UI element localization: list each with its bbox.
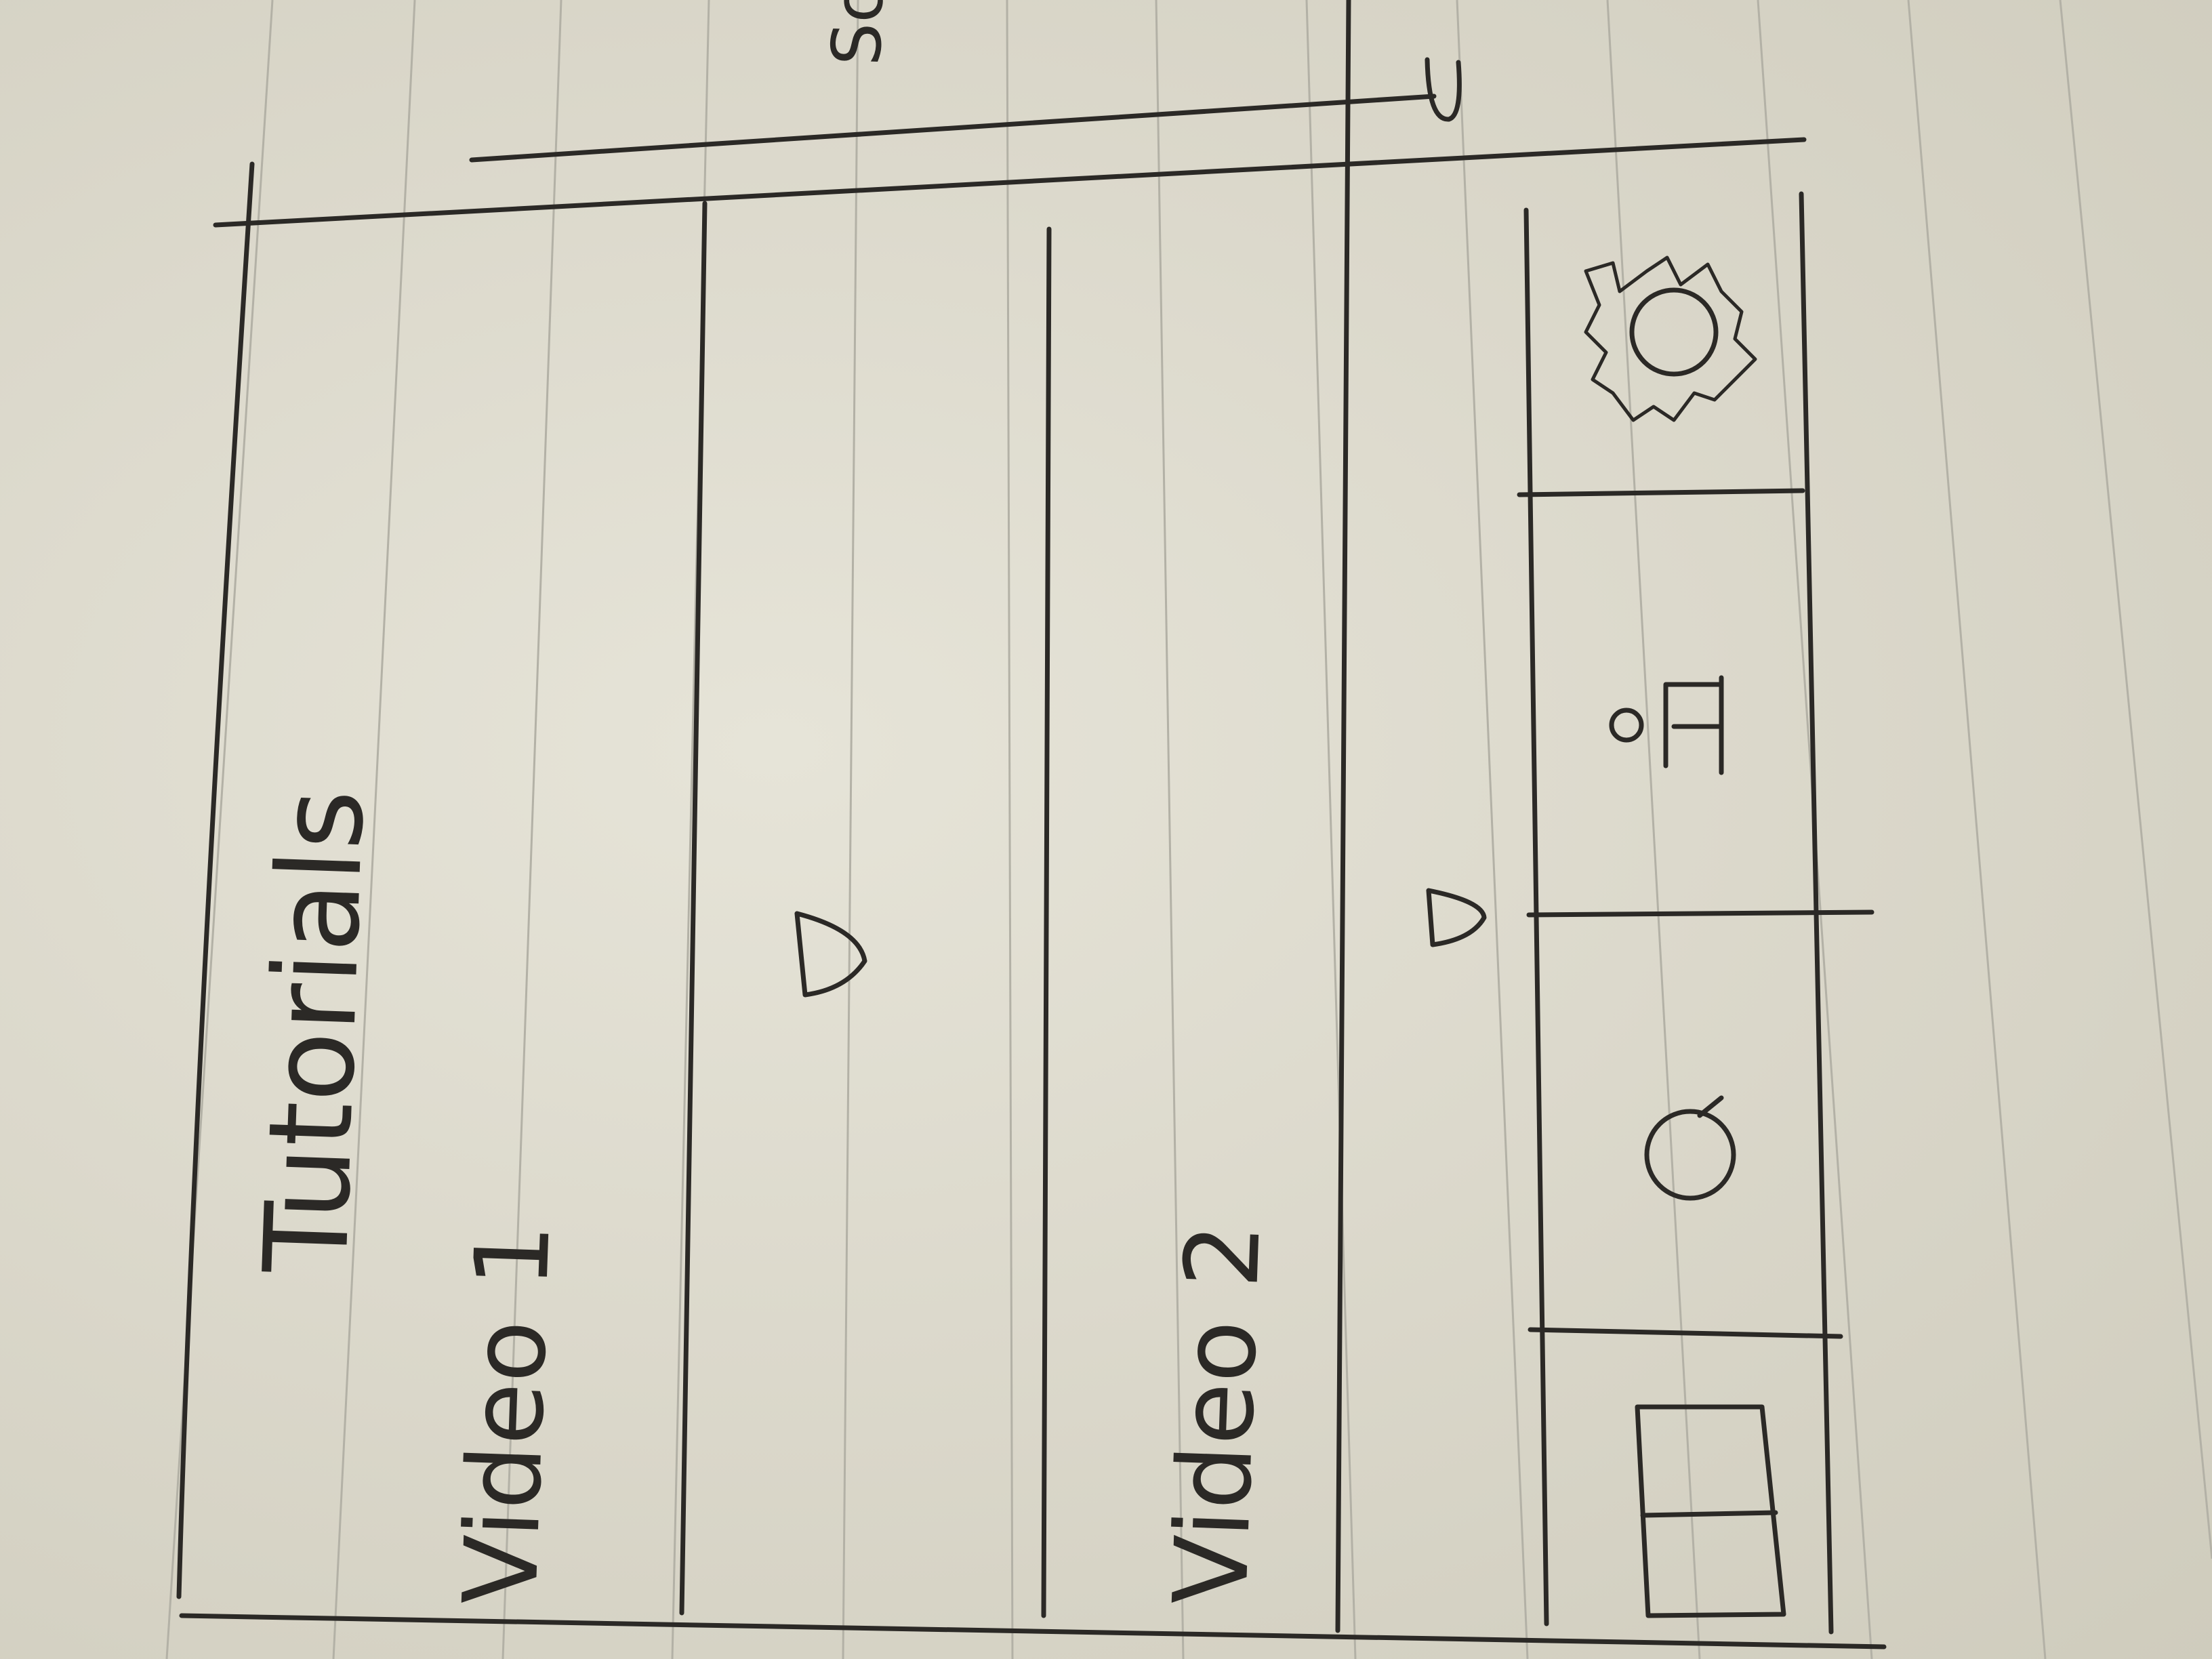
scroll-arrow-icon <box>1425 57 1462 122</box>
phone-frame <box>176 0 1887 1650</box>
play-icon[interactable] <box>794 911 867 998</box>
search-icon <box>1644 1095 1736 1201</box>
notebook-page: Tutorials Video 1 Video 2 Sc <box>0 0 2212 1659</box>
bottom-nav <box>1517 191 1875 1635</box>
list-divider <box>679 201 708 1616</box>
nav-item-settings[interactable] <box>1584 255 1757 422</box>
app-header: Tutorials <box>239 787 390 1275</box>
scroll-line <box>469 94 1437 163</box>
play-icon[interactable] <box>1426 888 1487 947</box>
video-item-label: Video 1 <box>442 1221 573 1607</box>
nav-item-grid[interactable] <box>1635 1404 1786 1618</box>
video-item-label: Video 2 <box>1152 1221 1284 1607</box>
nav-item-search[interactable] <box>1644 1095 1736 1201</box>
gear-icon <box>1584 255 1757 422</box>
profile-icon <box>1609 675 1724 775</box>
video-item-2[interactable]: Video 2 <box>1152 888 1487 1607</box>
app-title: Tutorials <box>239 787 390 1275</box>
video-list: Video 1 Video 2 <box>442 201 1487 1618</box>
list-divider <box>1041 226 1052 1618</box>
scroll-hint-label: Sc <box>817 0 899 67</box>
grid-icon <box>1635 1404 1786 1618</box>
nav-item-profile[interactable] <box>1609 675 1724 775</box>
video-item-1[interactable]: Video 1 <box>442 911 867 1607</box>
wireframe-sketch: Tutorials Video 1 Video 2 Sc <box>165 0 2212 1659</box>
